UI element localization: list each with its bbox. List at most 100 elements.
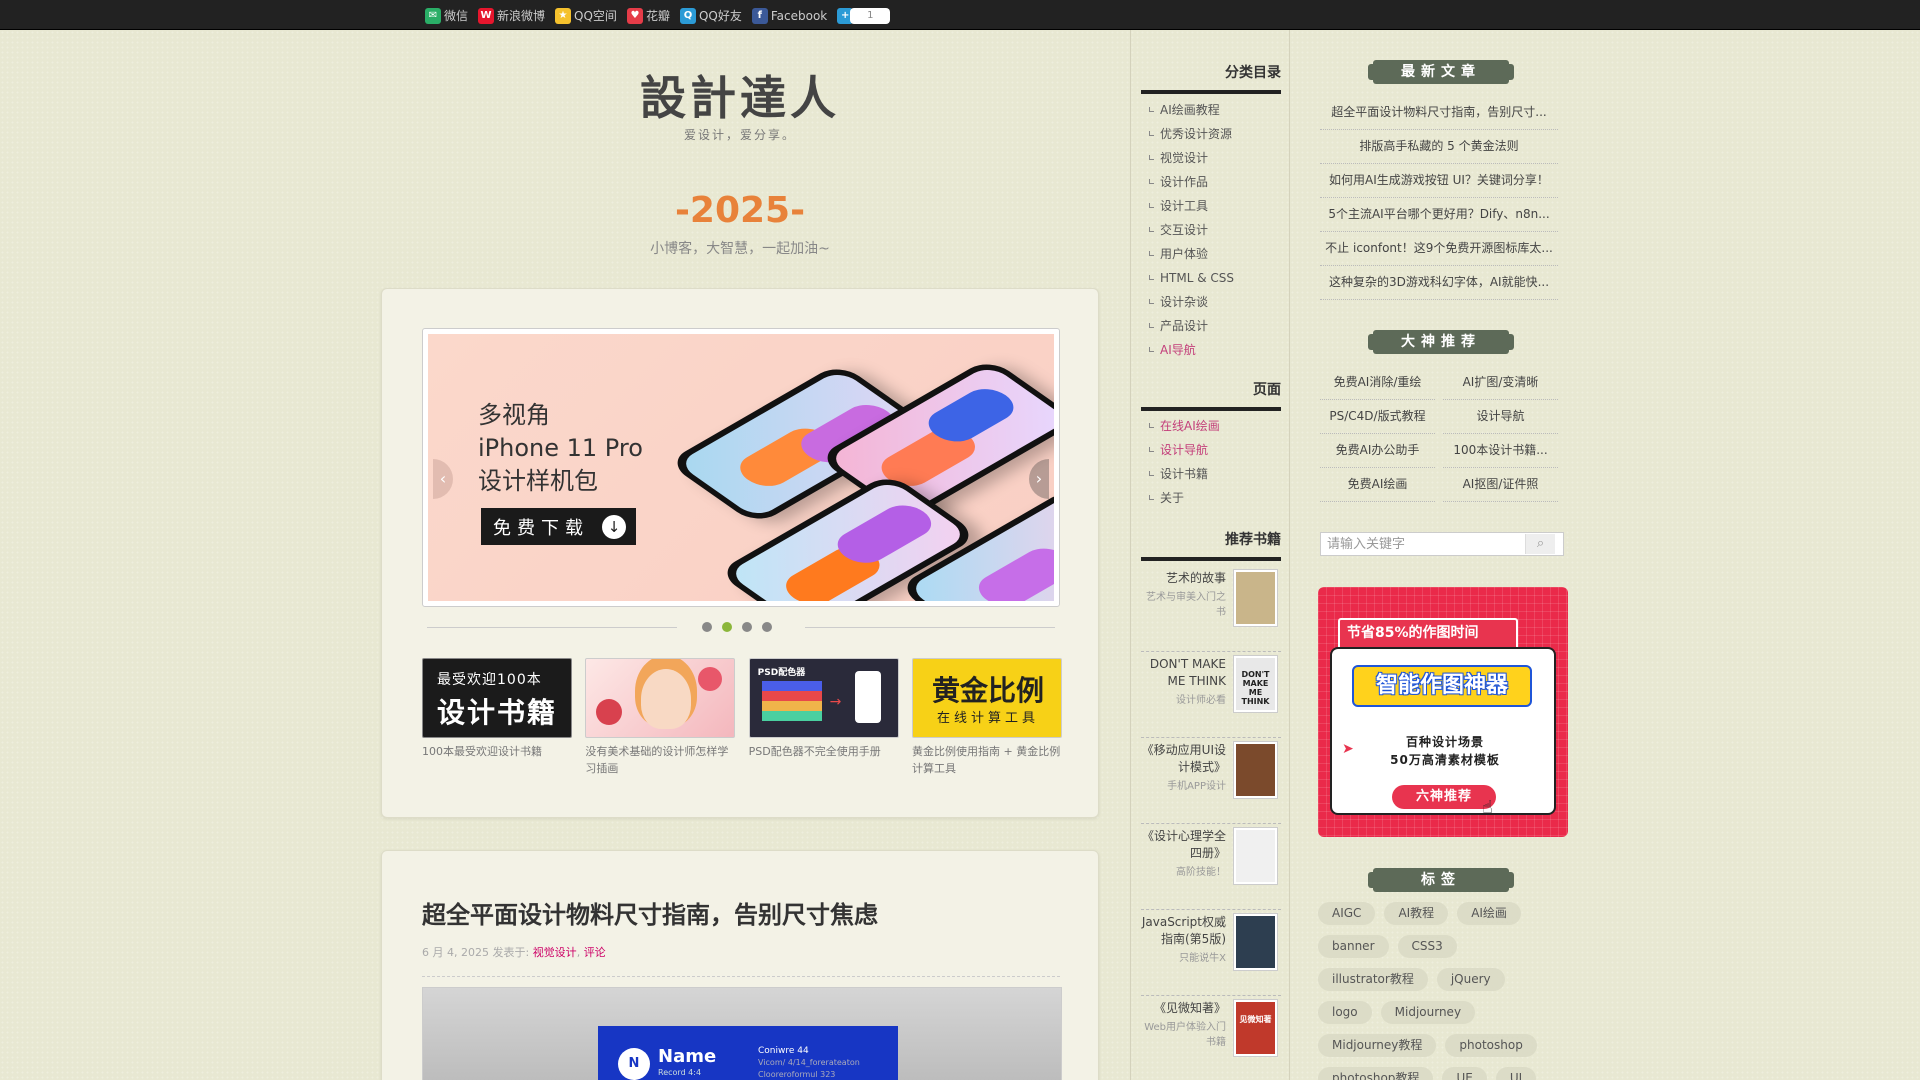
recommend-link[interactable]: 免费AI绘画 xyxy=(1320,468,1435,502)
book-cover[interactable]: 见微知著 xyxy=(1233,999,1278,1057)
post-meta: 6 月 4, 2025 发表于: 视觉设计, 评论 xyxy=(422,946,606,959)
latest-post-link[interactable]: 如何用AI生成游戏按钮 UI？关键词分享！ xyxy=(1320,164,1558,198)
book-item[interactable]: DON'T MAKE ME THINK 设计师必看 DON'T MAKE ME TH… xyxy=(1141,652,1281,738)
book-text[interactable]: JavaScript权威指南(第5版) 只能说牛X xyxy=(1141,914,1226,966)
book-cover-image xyxy=(1236,572,1275,624)
book-cover[interactable] xyxy=(1233,569,1278,627)
book-cover[interactable] xyxy=(1233,913,1278,971)
recommend-link[interactable]: 免费AI办公助手 xyxy=(1320,434,1435,468)
post-title[interactable]: 超全平面设计物料尺寸指南，告别尺寸焦虑 xyxy=(422,895,878,930)
share-3[interactable]: ★ QQ空间 xyxy=(555,7,617,24)
tag-link[interactable]: Midjourney xyxy=(1380,1001,1476,1024)
ad-banner[interactable]: 节省85%的作图时间 智能作图神器 百种设计场景 50万高清素材模板 六神推荐 … xyxy=(1318,587,1568,837)
category-item[interactable]: 优秀设计资源 xyxy=(1149,122,1234,146)
featured-post-psd[interactable]: PSD配色器 → PSD配色器不完全使用手册 xyxy=(748,658,899,777)
book-text[interactable]: 《移动应用UI设计模式》 手机APP设计 xyxy=(1141,742,1226,794)
book-item[interactable]: 《见微知著》 Web用户体验入门书籍 见微知著 xyxy=(1141,996,1281,1080)
tag-link[interactable]: UI xyxy=(1495,1067,1537,1080)
page-item[interactable]: 在线AI绘画 xyxy=(1149,414,1220,438)
search-icon[interactable]: ⌕ xyxy=(1525,534,1555,554)
tag-link[interactable]: Midjourney教程 xyxy=(1318,1034,1437,1057)
book-text[interactable]: 《设计心理学全四册》 高阶技能！ xyxy=(1141,828,1226,880)
share-label: 微信 xyxy=(444,9,469,23)
share-1[interactable]: ✉ 微信 xyxy=(425,7,468,24)
share-2[interactable]: W 新浪微博 xyxy=(478,7,545,24)
category-item[interactable]: AI导航 xyxy=(1149,338,1234,362)
image-slider[interactable]: 多视角 iPhone 11 Pro 设计样机包 免费下载 ↓ ‹ › xyxy=(422,328,1060,607)
tag-link[interactable]: AI教程 xyxy=(1384,902,1449,925)
featured-post-books[interactable]: 最受欢迎100本 设计书籍 100本最受欢迎设计书籍 xyxy=(422,658,572,777)
ad-button[interactable]: 六神推荐 xyxy=(1392,785,1496,809)
post-comment-link[interactable]: 评论 xyxy=(584,946,606,959)
book-subtitle: 设计师必看 xyxy=(1176,695,1226,706)
slider-dot[interactable] xyxy=(722,622,732,632)
category-item[interactable]: 设计作品 xyxy=(1149,170,1234,194)
book-text[interactable]: DON'T MAKE ME THINK 设计师必看 xyxy=(1141,656,1226,708)
share-6[interactable]: f Facebook xyxy=(751,7,827,24)
tag-link[interactable]: photoshop教程 xyxy=(1318,1067,1434,1080)
slide-iphone-mockup[interactable]: 多视角 iPhone 11 Pro 设计样机包 免费下载 ↓ ‹ › xyxy=(428,334,1054,601)
featured-caption: 没有美术基础的设计师怎样学习插画 xyxy=(585,745,729,775)
tag-link[interactable]: CSS3 xyxy=(1397,935,1457,958)
latest-post-link[interactable]: 超全平面设计物料尺寸指南，告别尺寸... xyxy=(1320,96,1558,130)
recommend-link[interactable]: 设计导航 xyxy=(1443,400,1558,434)
category-item[interactable]: AI绘画教程 xyxy=(1149,98,1234,122)
featured-post-illustration[interactable]: 没有美术基础的设计师怎样学习插画 xyxy=(585,658,736,777)
slider-dot[interactable] xyxy=(702,622,712,632)
tag-link[interactable]: logo xyxy=(1318,1001,1372,1024)
slide-text-line2: iPhone 11 Pro xyxy=(478,434,643,462)
book-item[interactable]: 《移动应用UI设计模式》 手机APP设计 xyxy=(1141,738,1281,824)
category-item[interactable]: HTML & CSS xyxy=(1149,266,1234,290)
latest-posts-list: 超全平面设计物料尺寸指南，告别尺寸... 排版高手私藏的 5 个黄金法则 如何用AI… xyxy=(1320,96,1558,300)
featured-post-golden-ratio[interactable]: 黄金比例 在线计算工具 黄金比例使用指南 + 黄金比例计算工具 xyxy=(911,658,1062,777)
book-item[interactable]: 艺术的故事 艺术与审美入门之书 xyxy=(1141,566,1281,652)
recommend-link[interactable]: 100本设计书籍... xyxy=(1443,434,1558,468)
category-item[interactable]: 产品设计 xyxy=(1149,314,1234,338)
latest-post-link[interactable]: 这种复杂的3D游戏科幻字体，AI就能快... xyxy=(1320,266,1558,300)
book-cover[interactable] xyxy=(1233,741,1278,799)
share-4[interactable]: ♥ 花瓣 xyxy=(626,7,670,24)
latest-post-link[interactable]: 排版高手私藏的 5 个黄金法则 xyxy=(1320,130,1558,164)
tag-link[interactable]: jQuery xyxy=(1436,968,1505,991)
tag-link[interactable]: photoshop xyxy=(1445,1034,1537,1057)
book-text[interactable]: 艺术的故事 艺术与审美入门之书 xyxy=(1141,570,1226,620)
book-cover[interactable]: DON'T MAKE ME THINK xyxy=(1233,655,1278,713)
category-item[interactable]: 用户体验 xyxy=(1149,242,1234,266)
category-item[interactable]: 设计工具 xyxy=(1149,194,1234,218)
search-input[interactable] xyxy=(1321,533,1517,555)
featured-caption: 黄金比例使用指南 + 黄金比例计算工具 xyxy=(911,745,1061,775)
recommend-link[interactable]: AI扩图/变清晰 xyxy=(1443,366,1558,400)
recommend-link[interactable]: 免费AI消除/重绘 xyxy=(1320,366,1435,400)
book-cover[interactable] xyxy=(1233,827,1278,885)
slider-dot[interactable] xyxy=(742,622,752,632)
category-item[interactable]: 交互设计 xyxy=(1149,218,1234,242)
free-download-button[interactable]: 免费下载 ↓ xyxy=(481,508,636,545)
latest-post-link[interactable]: 5个主流AI平台哪个更好用？Dify、n8n... xyxy=(1320,198,1558,232)
page-item[interactable]: 关于 xyxy=(1149,486,1220,510)
latest-post-link[interactable]: 不止 iconfont！这9个免费开源图标库太... xyxy=(1320,232,1558,266)
tag-link[interactable]: banner xyxy=(1318,935,1389,958)
share-5[interactable]: Q QQ好友 xyxy=(679,7,742,24)
page-item[interactable]: 设计书籍 xyxy=(1149,462,1220,486)
tag-link[interactable]: illustrator教程 xyxy=(1318,968,1428,991)
category-item[interactable]: 设计杂谈 xyxy=(1149,290,1234,314)
book-item[interactable]: JavaScript权威指南(第5版) 只能说牛X xyxy=(1141,910,1281,996)
category-item[interactable]: 视觉设计 xyxy=(1149,146,1234,170)
recommend-link[interactable]: PS/C4D/版式教程 xyxy=(1320,400,1435,434)
book-text[interactable]: 《见微知著》 Web用户体验入门书籍 xyxy=(1141,1000,1226,1050)
slider-next-arrow-icon[interactable]: › xyxy=(1029,459,1049,499)
site-title[interactable]: 設計達人 xyxy=(560,62,920,128)
post-thumbnail[interactable]: N Name Record 4:4 Coniwre 44 Vicom/ 4/14… xyxy=(422,987,1062,1080)
tag-link[interactable]: AI绘画 xyxy=(1457,902,1521,925)
share-more[interactable]: +1 xyxy=(837,7,891,24)
slider-prev-arrow-icon[interactable]: ‹ xyxy=(433,459,453,499)
recommend-link[interactable]: AI抠图/证件照 xyxy=(1443,468,1558,502)
tag-link[interactable]: UE xyxy=(1442,1067,1487,1080)
tag-link[interactable]: AIGC xyxy=(1318,902,1376,925)
book-item[interactable]: 《设计心理学全四册》 高阶技能！ xyxy=(1141,824,1281,910)
slider-dot[interactable] xyxy=(762,622,772,632)
ad-badge: 智能作图神器 xyxy=(1352,665,1532,707)
book-title: JavaScript权威指南(第5版) xyxy=(1141,915,1226,946)
post-category-link[interactable]: 视觉设计 xyxy=(533,946,577,959)
page-item[interactable]: 设计导航 xyxy=(1149,438,1220,462)
